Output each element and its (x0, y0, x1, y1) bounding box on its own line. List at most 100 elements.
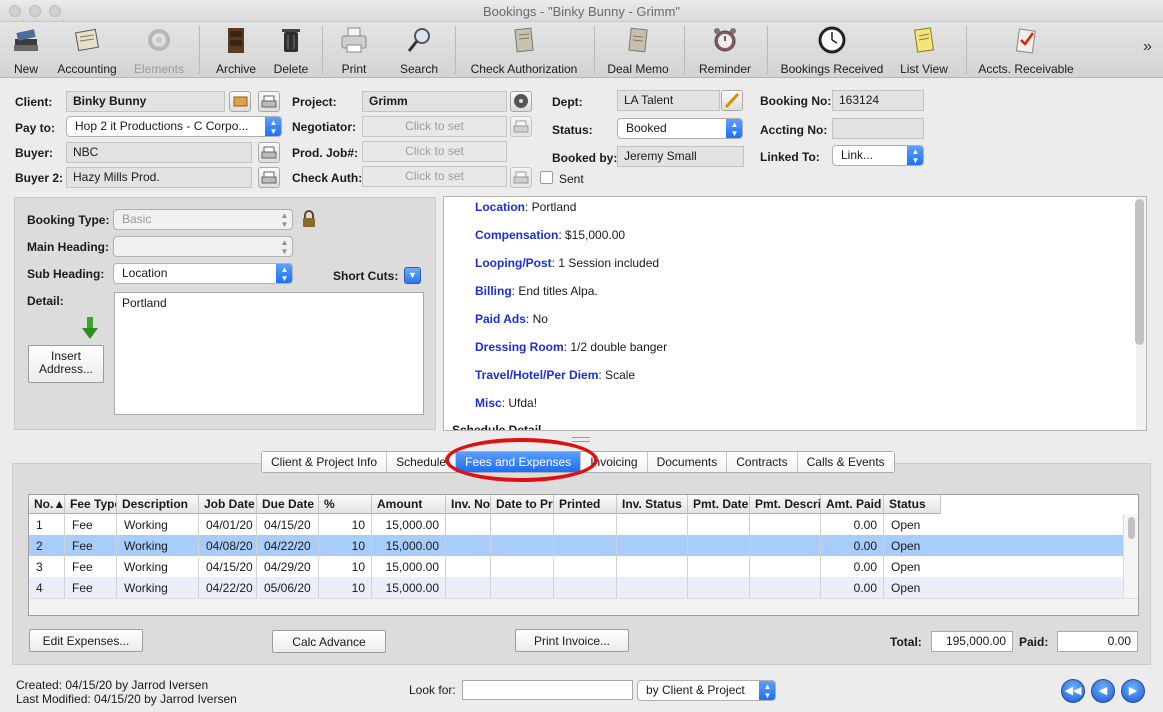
detail-textarea[interactable]: Portland (114, 292, 424, 415)
notes-scrollbar-thumb[interactable] (1135, 199, 1144, 345)
col-header[interactable]: Inv. Status (617, 495, 688, 514)
toolbar-overflow-button[interactable]: » (1143, 38, 1152, 56)
project-field[interactable]: Grimm (362, 91, 507, 112)
print-button[interactable]: Print (333, 25, 375, 76)
status-select[interactable]: Booked ▲ ▼ (617, 118, 743, 139)
col-header[interactable]: Due Date (257, 495, 319, 514)
col-header[interactable]: Description (117, 495, 199, 514)
payto-select[interactable]: Hop 2 it Productions - C Corpo... ▲ ▼ (66, 116, 282, 137)
printer-icon (513, 120, 529, 133)
col-header[interactable]: Fee Type (65, 495, 117, 514)
col-header[interactable]: % (319, 495, 372, 514)
toolbar: New Accounting Elements Archive Delete P… (0, 22, 1163, 78)
calc-advance-button[interactable]: Calc Advance (272, 630, 386, 653)
cell-date-to-print (491, 535, 554, 556)
col-header[interactable]: Amount (372, 495, 446, 514)
reminder-button[interactable]: Reminder (696, 25, 754, 76)
delete-button[interactable]: Delete (268, 25, 314, 76)
chevron-updown-icon: ▲ ▼ (280, 211, 289, 229)
dept-field[interactable]: LA Talent (617, 90, 720, 111)
col-header[interactable]: Pmt. Date (688, 495, 750, 514)
col-header[interactable]: Amt. Paid (821, 495, 884, 514)
col-header[interactable]: Status (884, 495, 941, 514)
print-label: Print (341, 62, 367, 76)
elements-button[interactable]: Elements (130, 25, 188, 76)
col-header[interactable]: Inv. No (446, 495, 491, 514)
table-hscrollbar[interactable] (29, 598, 1138, 615)
bookings-received-button[interactable]: Bookings Received (779, 25, 885, 76)
col-header[interactable]: Printed (554, 495, 617, 514)
booking-type-select[interactable]: Basic ▲ ▼ (113, 209, 293, 230)
first-record-button[interactable]: ◀◀ (1061, 679, 1085, 703)
buyer2-field[interactable]: Hazy Mills Prod. (66, 167, 252, 188)
client-card-button[interactable] (229, 91, 251, 112)
table-row[interactable]: 1 Fee Working 04/01/20 04/15/20 10 15,00… (29, 514, 1123, 535)
bookedby-field[interactable]: Jeremy Small (617, 146, 744, 167)
sent-checkbox[interactable] (540, 171, 553, 184)
delete-label: Delete (273, 62, 309, 76)
fees-table: No.▲ Fee Type Description Job Date Due D… (28, 494, 1139, 616)
next-record-button[interactable]: ▶ (1121, 679, 1145, 703)
edit-expenses-button[interactable]: Edit Expenses... (29, 629, 143, 652)
col-header[interactable]: No.▲ (29, 495, 65, 514)
print-invoice-button[interactable]: Print Invoice... (515, 629, 629, 652)
dept-edit-button[interactable] (721, 90, 743, 111)
acctingno-field[interactable] (832, 118, 924, 139)
accounting-button[interactable]: Accounting (52, 25, 122, 76)
table-row-selected[interactable]: 2 Fee Working 04/08/20 04/22/20 10 15,00… (29, 535, 1123, 556)
notes-panel[interactable]: Location: Portland Compensation: $15,000… (443, 196, 1147, 431)
accts-receivable-button[interactable]: Accts. Receivable (976, 25, 1076, 76)
printer-icon (261, 146, 277, 159)
new-button[interactable]: New (5, 25, 47, 76)
col-header[interactable]: Pmt. Descri (750, 495, 821, 514)
prodjob-label: Prod. Job#: (292, 146, 359, 160)
archive-button[interactable]: Archive (212, 25, 260, 76)
sub-heading-select[interactable]: Location ▲ ▼ (113, 263, 293, 284)
cell-amt-paid: 0.00 (821, 577, 884, 598)
linkedto-select[interactable]: Link... ▲ ▼ (832, 145, 924, 166)
checkauth-print-button[interactable] (510, 167, 532, 188)
negotiator-print-button[interactable] (510, 116, 532, 137)
split-resize-handle[interactable] (572, 437, 590, 442)
cell-fee-type: Fee (65, 514, 117, 535)
project-label: Project: (292, 95, 337, 109)
project-reel-button[interactable] (510, 91, 532, 112)
cell-due-date: 04/15/20 (257, 514, 319, 535)
client-print-button[interactable] (258, 91, 280, 112)
table-scrollbar-track[interactable] (1123, 514, 1138, 598)
table-header: No.▲ Fee Type Description Job Date Due D… (29, 495, 941, 514)
client-field[interactable]: Binky Bunny (66, 91, 225, 112)
accounting-label: Accounting (57, 62, 117, 76)
col-header[interactable]: Job Date (199, 495, 257, 514)
buyer2-print-button[interactable] (258, 167, 280, 188)
main-heading-select[interactable]: ▲ ▼ (113, 236, 293, 257)
buyer-field[interactable]: NBC (66, 142, 252, 163)
cell-inv-no (446, 577, 491, 598)
cell-status: Open (891, 518, 921, 532)
buyer-print-button[interactable] (258, 142, 280, 163)
look-for-input[interactable] (462, 680, 633, 700)
check-authorization-button[interactable]: Check Authorization (466, 25, 582, 76)
tab-calls-events[interactable]: Calls & Events (797, 452, 894, 472)
note-line: Paid Ads: No (475, 312, 548, 326)
list-view-button[interactable]: List View (893, 25, 955, 76)
table-row[interactable]: 3 Fee Working 04/15/20 04/29/20 10 15,00… (29, 556, 1123, 577)
search-button[interactable]: Search (394, 25, 444, 76)
table-scrollbar-thumb[interactable] (1128, 517, 1135, 539)
prodjob-field[interactable]: Click to set (362, 141, 507, 162)
deal-memo-button[interactable]: Deal Memo (604, 25, 672, 76)
checkauth-field[interactable]: Click to set (362, 166, 507, 187)
tab-contracts[interactable]: Contracts (727, 452, 798, 472)
short-cuts-dropdown[interactable]: ▼ (404, 267, 421, 284)
lock-icon[interactable] (302, 210, 316, 228)
tab-documents[interactable]: Documents (647, 452, 728, 472)
negotiator-field[interactable]: Click to set (362, 116, 507, 137)
previous-record-button[interactable]: ◀ (1091, 679, 1115, 703)
tab-client-project-info[interactable]: Client & Project Info (262, 452, 388, 472)
table-row[interactable]: 4 Fee Working 04/22/20 05/06/20 10 15,00… (29, 577, 1123, 598)
insert-address-button[interactable]: Insert Address... (28, 345, 104, 383)
look-by-select[interactable]: by Client & Project ▲ ▼ (637, 680, 776, 701)
search-label: Search (399, 62, 439, 76)
col-header[interactable]: Date to Pr (491, 495, 554, 514)
detail-label: Detail: (27, 294, 64, 308)
